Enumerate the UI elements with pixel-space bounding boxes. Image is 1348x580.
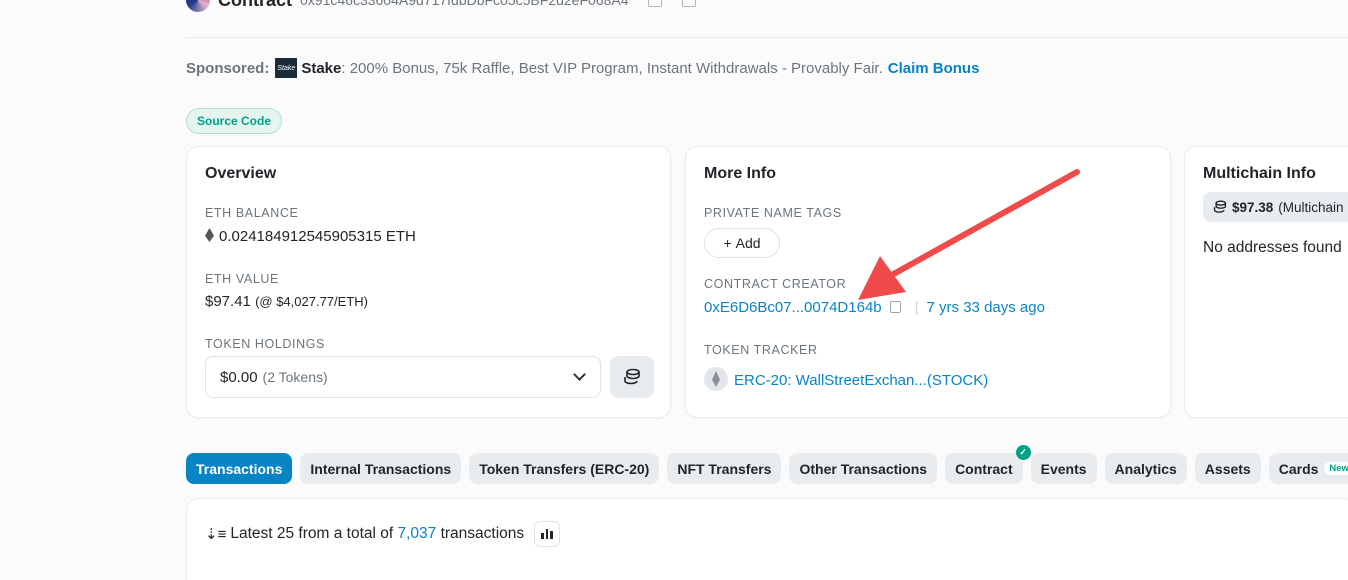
tab-cards[interactable]: Cards New [1268, 453, 1348, 484]
tab-label: Analytics [1114, 460, 1177, 477]
multichain-portfolio-button[interactable]: $97.38 (Multichain [1203, 192, 1348, 222]
ethereum-icon [205, 228, 214, 242]
tab-label: Events [1040, 460, 1087, 477]
token-tracker-label: TOKEN TRACKER [704, 343, 818, 357]
sort-icon: ⇣≡ [205, 526, 227, 543]
transactions-card: ⇣≡ Latest 25 from a total of 7,037 trans… [186, 498, 1348, 580]
tab-label: NFT Transfers [677, 460, 772, 477]
tab-label: Transactions [196, 460, 283, 477]
source-code-badge[interactable]: Source Code [186, 108, 283, 134]
contract-creator-label: CONTRACT CREATOR [704, 277, 847, 291]
token-holdings-count: (2 Tokens) [262, 369, 328, 385]
page-title: Contract [218, 0, 292, 11]
tab-internal-transactions[interactable]: Internal Transactions [300, 453, 462, 484]
tab-contract[interactable]: Contract ✓ [945, 445, 1031, 484]
divider [186, 37, 1348, 38]
add-tag-button[interactable]: + Add [704, 228, 780, 258]
copy-icon[interactable] [648, 0, 663, 7]
eth-balance-value: 0.024184912545905315 ETH [205, 228, 416, 245]
contract-avatar [186, 0, 210, 12]
tab-other-transactions[interactable]: Other Transactions [789, 453, 938, 484]
tab-analytics[interactable]: Analytics [1104, 453, 1187, 484]
multichain-card: Multichain Info $97.38 (Multichain No ad… [1184, 146, 1348, 418]
eth-value: $97.41 (@ $4,027.77/ETH) [205, 293, 368, 310]
chart-icon[interactable] [534, 521, 561, 547]
tab-label: Internal Transactions [310, 460, 452, 477]
tab-label: Contract [955, 460, 1013, 477]
tab-token-transfers[interactable]: Token Transfers (ERC-20) [469, 453, 660, 484]
multichain-title: Multichain Info [1203, 165, 1316, 182]
token-holdings-dropdown[interactable]: $0.00 (2 Tokens) [205, 356, 601, 398]
tab-transactions[interactable]: Transactions [186, 453, 293, 484]
qr-code-icon[interactable] [682, 0, 697, 7]
overview-card: Overview ETH BALANCE 0.02418491254590531… [186, 146, 671, 418]
ethereum-token-icon [704, 367, 728, 391]
sponsored-banner: Sponsored: Stake Stake : 200% Bonus, 75k… [186, 58, 979, 78]
coins-icon [624, 368, 640, 385]
token-holdings-label: TOKEN HOLDINGS [205, 337, 325, 351]
multichain-text: (Multichain [1278, 199, 1344, 215]
page-header: Contract 0x91c46c33604A9d717fdbDbFc05c5B… [186, 0, 697, 12]
contract-address: 0x91c46c33604A9d717fdbDbFc05c5BF2d2eF068… [300, 0, 629, 8]
eth-value-label: ETH VALUE [205, 272, 279, 286]
copy-icon[interactable] [889, 301, 901, 313]
multichain-value: $97.38 [1232, 199, 1274, 215]
multichain-empty: No addresses found [1203, 239, 1342, 256]
verified-check-icon: ✓ [1015, 445, 1031, 460]
separator: | [914, 299, 919, 316]
creator-address-link[interactable]: 0xE6D6Bc07...0074D164b [704, 299, 882, 316]
tab-label: Cards [1278, 460, 1319, 477]
overview-title: Overview [205, 165, 277, 182]
eth-value-amount: $97.41 [205, 293, 251, 310]
token-tracker: ERC-20: WallStreetExchan...(STOCK) [704, 367, 988, 391]
token-holdings-value: $0.00 [220, 368, 258, 386]
chevron-down-icon [573, 368, 586, 381]
stake-logo: Stake [275, 58, 298, 78]
sponsored-label: Sponsored: [186, 59, 270, 77]
summary-suffix: transactions [440, 525, 525, 542]
token-portfolio-button[interactable] [610, 356, 654, 398]
add-label: Add [735, 235, 761, 251]
tab-label: Other Transactions [799, 460, 928, 477]
tab-assets[interactable]: Assets [1194, 453, 1261, 484]
transactions-count-link[interactable]: 7,037 [397, 525, 436, 543]
more-info-card: More Info PRIVATE NAME TAGS + Add CONTRA… [685, 146, 1171, 418]
tab-label: Token Transfers (ERC-20) [479, 460, 650, 477]
tab-nft-transfers[interactable]: NFT Transfers [667, 453, 782, 484]
coins-icon [1213, 200, 1227, 213]
transactions-summary: ⇣≡ Latest 25 from a total of 7,037 trans… [205, 521, 561, 547]
tab-events[interactable]: Events [1030, 453, 1097, 484]
eth-price: (@ $4,027.77/ETH) [255, 294, 368, 309]
private-name-tags-label: PRIVATE NAME TAGS [704, 206, 842, 220]
tab-bar: Transactions Internal Transactions Token… [186, 445, 1348, 484]
eth-balance-text: 0.024184912545905315 ETH [219, 228, 416, 245]
plus-icon: + [723, 235, 732, 251]
token-tracker-link[interactable]: ERC-20: WallStreetExchan...(STOCK) [734, 372, 988, 389]
contract-creator: 0xE6D6Bc07...0074D164b | 7 yrs 33 days ago [704, 299, 1045, 316]
sponsor-brand: Stake [301, 59, 342, 77]
tab-label: Assets [1204, 460, 1251, 477]
claim-bonus-link[interactable]: Claim Bonus [888, 60, 980, 77]
more-info-title: More Info [704, 165, 776, 182]
summary-prefix: Latest 25 from a total of [230, 525, 394, 542]
creation-tx-link[interactable]: 7 yrs 33 days ago [927, 299, 1045, 316]
new-badge: New [1324, 462, 1348, 475]
eth-balance-label: ETH BALANCE [205, 206, 299, 220]
sponsor-text: : 200% Bonus, 75k Raffle, Best VIP Progr… [341, 59, 883, 77]
